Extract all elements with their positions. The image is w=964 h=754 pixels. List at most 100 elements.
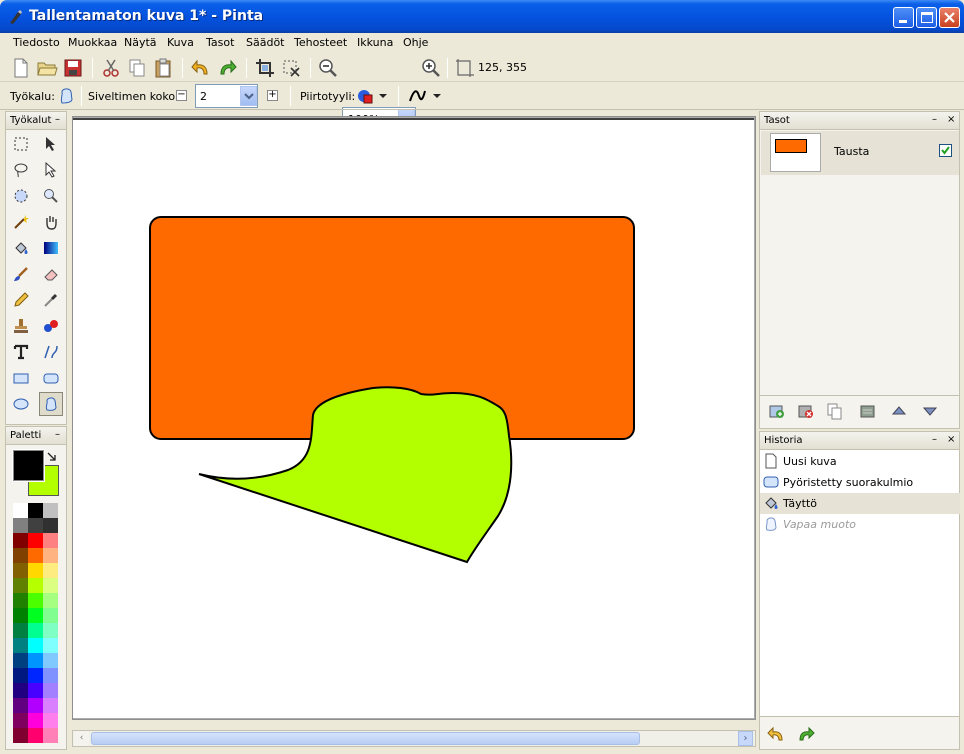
history-item-pyoristetty-suorakulmio[interactable]: Pyöristetty suorakulmio bbox=[760, 472, 960, 493]
palette-swatch[interactable] bbox=[43, 518, 58, 533]
history-undo-icon[interactable] bbox=[766, 724, 786, 744]
history-item-uusi-kuva[interactable]: Uusi kuva bbox=[760, 451, 960, 472]
palette-swatch[interactable] bbox=[28, 593, 43, 608]
palette-swatch[interactable] bbox=[43, 653, 58, 668]
paste-icon[interactable] bbox=[152, 57, 174, 79]
palette-swatch[interactable] bbox=[13, 638, 28, 653]
palette-swatch[interactable] bbox=[28, 713, 43, 728]
history-item-vapaa-muoto[interactable]: Vapaa muoto bbox=[760, 514, 960, 535]
minimize-panel-icon[interactable]: – bbox=[55, 429, 60, 440]
palette-swatch[interactable] bbox=[43, 638, 58, 653]
move-selected-icon[interactable] bbox=[40, 133, 62, 155]
history-item-taytto[interactable]: Täyttö bbox=[760, 493, 960, 514]
merge-layer-icon[interactable] bbox=[859, 402, 877, 420]
swap-colors-icon[interactable] bbox=[46, 451, 58, 463]
palette-swatch[interactable] bbox=[43, 713, 58, 728]
palette-swatch[interactable] bbox=[28, 653, 43, 668]
zoom-out-icon[interactable] bbox=[317, 57, 339, 79]
fill-style-dropdown[interactable] bbox=[356, 87, 388, 105]
freeform-shape-tool[interactable] bbox=[39, 392, 63, 416]
palette-swatch[interactable] bbox=[43, 503, 58, 518]
image-canvas[interactable] bbox=[73, 118, 754, 718]
palette-swatch[interactable] bbox=[28, 683, 43, 698]
scrollbar-thumb[interactable] bbox=[91, 732, 640, 745]
deselect-icon[interactable] bbox=[280, 57, 302, 79]
new-file-icon[interactable] bbox=[10, 57, 32, 79]
palette-swatch[interactable] bbox=[13, 698, 28, 713]
ellipse-select-icon[interactable] bbox=[10, 185, 32, 207]
paint-bucket-icon[interactable] bbox=[10, 237, 32, 259]
rectangle-icon[interactable] bbox=[10, 367, 32, 389]
primary-color[interactable] bbox=[12, 449, 45, 482]
layer-visible-checkbox[interactable] bbox=[939, 144, 952, 157]
move-selection-icon[interactable] bbox=[40, 159, 62, 181]
palette-swatch[interactable] bbox=[13, 653, 28, 668]
pan-icon[interactable] bbox=[40, 211, 62, 233]
duplicate-layer-icon[interactable] bbox=[826, 402, 844, 420]
open-folder-icon[interactable] bbox=[36, 57, 58, 79]
palette-swatch[interactable] bbox=[28, 503, 43, 518]
palette-swatch[interactable] bbox=[13, 533, 28, 548]
freeform-icon[interactable] bbox=[57, 86, 77, 106]
palette-swatch[interactable] bbox=[43, 668, 58, 683]
minimize-panel-icon[interactable]: – bbox=[932, 434, 937, 445]
gradient-icon[interactable] bbox=[40, 237, 62, 259]
crop-icon[interactable] bbox=[254, 57, 276, 79]
scroll-left-icon[interactable]: ‹ bbox=[74, 731, 89, 746]
ellipse-icon[interactable] bbox=[10, 393, 32, 415]
brush-size-combo[interactable]: 2 bbox=[195, 84, 258, 108]
palette-swatch[interactable] bbox=[13, 548, 28, 563]
palette-swatch[interactable] bbox=[43, 533, 58, 548]
palette-swatch[interactable] bbox=[13, 518, 28, 533]
palette-swatch[interactable] bbox=[28, 518, 43, 533]
minimize-button[interactable] bbox=[893, 7, 914, 28]
palette-swatch[interactable] bbox=[43, 563, 58, 578]
copy-icon[interactable] bbox=[126, 57, 148, 79]
menu-nayta[interactable]: Näytä bbox=[124, 36, 157, 49]
palette-swatch[interactable] bbox=[43, 683, 58, 698]
close-panel-icon[interactable]: × bbox=[947, 114, 955, 125]
palette-swatch[interactable] bbox=[13, 728, 28, 743]
palette-swatch[interactable] bbox=[13, 593, 28, 608]
delete-layer-icon[interactable] bbox=[797, 402, 815, 420]
paintbrush-icon[interactable] bbox=[10, 263, 32, 285]
palette-swatch[interactable] bbox=[13, 668, 28, 683]
layer-row[interactable]: Tausta bbox=[761, 131, 959, 175]
palette-swatch[interactable] bbox=[28, 533, 43, 548]
zoom-in-icon[interactable] bbox=[420, 57, 442, 79]
chevron-down-icon[interactable] bbox=[240, 86, 257, 106]
maximize-button[interactable] bbox=[916, 7, 937, 28]
palette-swatch[interactable] bbox=[13, 683, 28, 698]
menu-tiedosto[interactable]: Tiedosto bbox=[13, 36, 60, 49]
palette-swatch[interactable] bbox=[28, 638, 43, 653]
undo-icon[interactable] bbox=[190, 57, 212, 79]
save-icon[interactable] bbox=[62, 57, 84, 79]
palette-swatch[interactable] bbox=[28, 578, 43, 593]
palette-swatch[interactable] bbox=[43, 593, 58, 608]
move-layer-down-icon[interactable] bbox=[921, 402, 939, 420]
rounded-rectangle-icon[interactable] bbox=[40, 367, 62, 389]
pencil-icon[interactable] bbox=[10, 289, 32, 311]
antialias-dropdown[interactable] bbox=[408, 87, 444, 105]
palette-swatch[interactable] bbox=[28, 623, 43, 638]
menu-tehosteet[interactable]: Tehosteet bbox=[294, 36, 347, 49]
scroll-right-icon[interactable]: › bbox=[738, 731, 753, 746]
cut-icon[interactable] bbox=[100, 57, 122, 79]
palette-swatch[interactable] bbox=[43, 578, 58, 593]
close-button[interactable] bbox=[939, 7, 960, 28]
palette-swatch[interactable] bbox=[43, 623, 58, 638]
color-picker-icon[interactable] bbox=[40, 289, 62, 311]
line-curve-icon[interactable] bbox=[40, 341, 62, 363]
palette-swatch[interactable] bbox=[28, 563, 43, 578]
palette-swatch[interactable] bbox=[13, 623, 28, 638]
palette-swatch[interactable] bbox=[13, 713, 28, 728]
palette-swatch[interactable] bbox=[13, 578, 28, 593]
move-layer-up-icon[interactable] bbox=[890, 402, 908, 420]
palette-swatch[interactable] bbox=[28, 698, 43, 713]
history-redo-icon[interactable] bbox=[796, 724, 816, 744]
palette-swatch[interactable] bbox=[43, 728, 58, 743]
menu-saadot[interactable]: Säädöt bbox=[246, 36, 285, 49]
palette-swatch[interactable] bbox=[13, 563, 28, 578]
eraser-icon[interactable] bbox=[40, 263, 62, 285]
menu-kuva[interactable]: Kuva bbox=[167, 36, 194, 49]
